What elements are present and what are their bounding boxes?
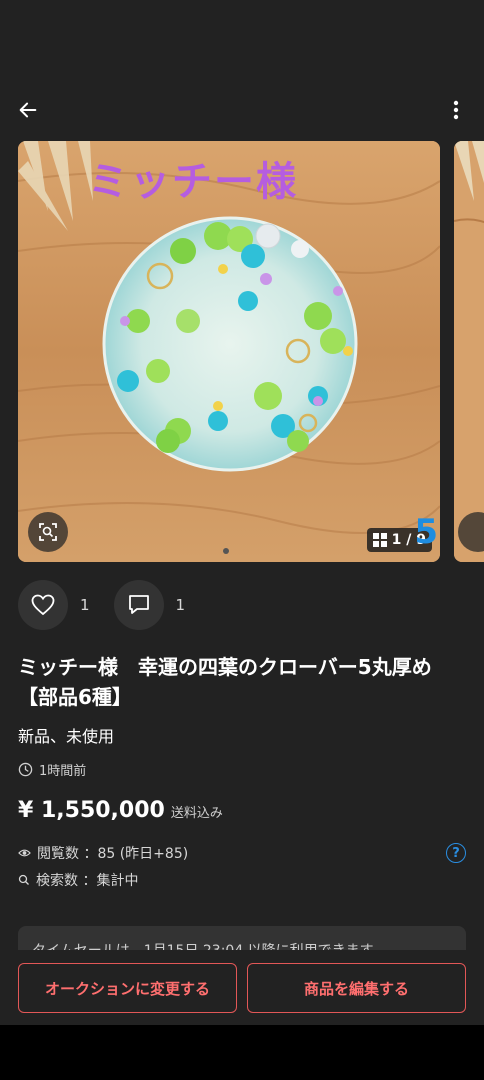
top-bar [0,90,484,130]
help-button[interactable]: ? [446,843,466,863]
grid-icon [372,533,387,547]
change-to-auction-button[interactable]: オークションに変更する [18,963,237,1013]
pager-dot [223,548,229,554]
comment-button[interactable] [113,580,164,630]
search-count-text: 検索数 ：集計中 [36,873,139,889]
arrow-left-icon [19,102,37,118]
posted-time: 1時間前 [18,760,86,779]
like-count: 1 [80,596,90,614]
bottom-action-bar: オークションに変更する 商品を編集する [0,950,484,1025]
product-image[interactable]: ミッチー様 1 / 9 5 [18,141,440,562]
eye-icon [18,849,31,857]
comment-count: 1 [175,596,186,614]
next-photo [454,141,484,562]
comment-icon [128,595,149,614]
search-icon [18,874,29,885]
next-product-image[interactable] [454,141,484,562]
watermark-text: ミッチー様 [88,159,298,205]
views-row: 閲覧数 ：85 (昨日+85) [18,843,188,863]
back-button[interactable] [14,96,42,124]
engagement-actions: 1 1 [18,580,209,630]
price: ¥ 1,550,000 [18,798,165,823]
shipping-label: 送料込み [170,806,223,821]
posted-time-text: 1時間前 [39,764,87,779]
product-condition: 新品、未使用 [18,727,115,746]
image-gallery[interactable]: ミッチー様 1 / 9 5 [18,141,484,562]
like-button[interactable] [18,580,68,630]
edit-product-button[interactable]: 商品を編集する [247,963,466,1013]
heart-icon [31,594,55,616]
image-search-button[interactable] [28,512,68,552]
scan-icon [39,523,57,541]
system-navigation-bar [0,1025,484,1080]
product-title: ミッチー様 幸運の四葉のクローバー5丸厚め【部品6種】 [18,655,432,709]
search-count-row: 検索数 ：集計中 [18,870,138,890]
clock-icon [18,762,33,777]
price-row: ¥ 1,550,000 送料込み [18,798,223,823]
corner-number: 5 [414,512,438,552]
more-options-button[interactable] [442,96,470,124]
views-text: 閲覧数 ：85 (昨日+85) [37,846,189,862]
more-vertical-icon [453,100,459,120]
